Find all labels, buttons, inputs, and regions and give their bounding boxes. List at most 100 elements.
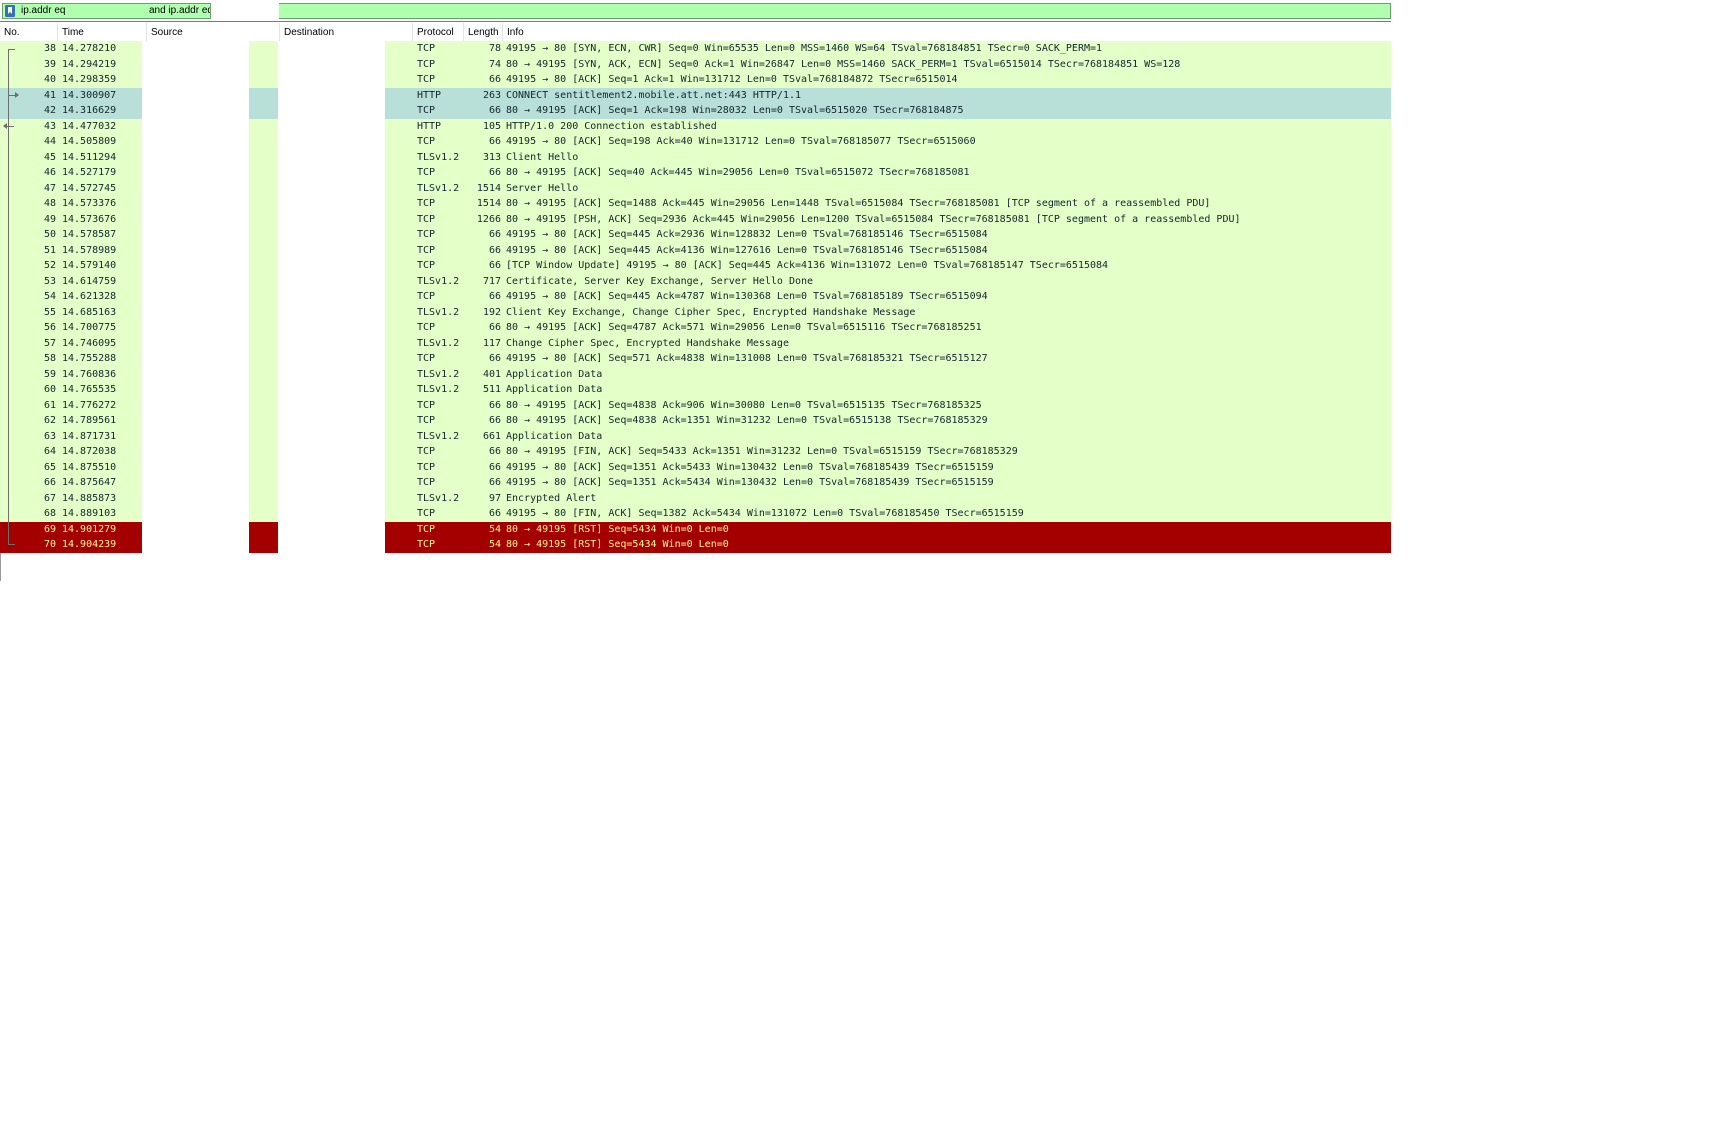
packet-time: 14.316629 [62,105,117,116]
column-header-protocol[interactable]: Protocol [413,23,464,41]
packet-row[interactable]: 44 14.505809 TCP 66 49195 → 80 [ACK] Seq=198… [0,134,1391,150]
column-header-info[interactable]: Info [503,23,1391,41]
packet-time: 14.572745 [62,182,117,194]
packet-length: 97 [488,492,501,504]
packet-length: 117 [482,337,501,349]
packet-row[interactable]: 39 14.294219 TCP 74 80 → 49195 [SYN, ACK, EC… [0,56,1391,72]
bookmark-icon[interactable] [5,5,15,17]
column-gap [249,196,278,212]
packet-length: 66 [488,136,501,147]
packet-number: 60 [43,384,56,395]
packet-row[interactable]: 42 14.316629 TCP 66 80 → 49195 [ACK] Seq=1 A… [0,103,1391,119]
filter-segment-2[interactable]: and ip.addr eq [147,3,211,19]
packet-row[interactable]: 69 14.901279 TCP 54 80 → 49195 [RST] Seq=543… [0,521,1391,538]
packet-row[interactable]: 66 14.875647 TCP 66 49195 → 80 [ACK] Seq=135… [0,475,1391,491]
packet-info: 49195 → 80 [ACK] Seq=571 Ack=4838 Win=13… [506,353,988,364]
packet-length: 66 [488,353,501,364]
packet-row[interactable]: 62 14.789561 TCP 66 80 → 49195 [ACK] Seq=483… [0,413,1391,429]
filter-segment-1[interactable]: ip.addr eq [2,3,148,19]
packet-length: 66 [488,322,501,333]
packet-row[interactable]: 45 14.511294 TLSv1.2 313 Client Hello [0,149,1391,165]
packet-protocol: TLSv1.2 [417,492,460,504]
packet-protocol: HTTP [417,120,442,132]
column-gap [249,522,278,538]
packet-info: 49195 → 80 [ACK] Seq=445 Ack=4136 Win=12… [506,244,988,256]
packet-destination [278,320,385,336]
packet-row[interactable]: 59 14.760836 TLSv1.2 401 Application Data [0,366,1391,382]
packet-length: 66 [488,244,501,256]
packet-info: 80 → 49195 [ACK] Seq=1 Ack=198 Win=28032… [506,105,964,116]
packet-protocol: TCP [417,198,436,209]
packet-source [142,273,249,289]
display-filter-bar: ip.addr eq and ip.addr eq [0,0,1391,22]
packet-number: 57 [43,337,56,349]
packet-row[interactable]: 50 14.578587 TCP 66 49195 → 80 [ACK] Seq=445… [0,227,1391,243]
packet-row[interactable]: 63 14.871731 TLSv1.2 661 Application Data [0,428,1391,444]
packet-length: 66 [488,260,501,271]
packet-row[interactable]: 52 14.579140 TCP 66 [TCP Window Update] 4919… [0,258,1391,274]
packet-row[interactable]: 64 14.872038 TCP 66 80 → 49195 [FIN, ACK] Se… [0,444,1391,460]
packet-length: 54 [488,539,501,550]
column-header-length[interactable]: Length [464,23,503,41]
column-gap [249,398,278,414]
packet-row[interactable]: 51 14.578989 TCP 66 49195 → 80 [ACK] Seq=445… [0,242,1391,258]
packet-row[interactable]: 65 14.875510 TCP 66 49195 → 80 [ACK] Seq=135… [0,459,1391,475]
packet-row[interactable]: 58 14.755288 TCP 66 49195 → 80 [ACK] Seq=571… [0,351,1391,367]
packet-number: 56 [43,322,56,333]
packet-destination [278,397,385,413]
packet-row[interactable]: 68 14.889103 TCP 66 49195 → 80 [FIN, ACK] Se… [0,506,1391,522]
packet-row[interactable]: 48 14.573376 TCP 1514 80 → 49195 [ACK] Seq=1… [0,196,1391,212]
column-header-source[interactable]: Source [147,23,280,41]
packet-info: Encrypted Alert [506,492,597,504]
packet-info: 80 → 49195 [FIN, ACK] Seq=5433 Ack=1351 … [506,446,1018,457]
packet-row[interactable]: 40 14.298359 TCP 66 49195 → 80 [ACK] Seq=1 A… [0,72,1391,88]
packet-source [142,475,249,491]
column-gap [249,537,278,553]
packet-protocol: TLSv1.2 [417,306,460,318]
packet-row[interactable]: 55 14.685163 TLSv1.2 192 Client Key Exchange… [0,304,1391,320]
packet-number: 47 [43,182,56,194]
packet-length: 66 [488,415,501,426]
packet-row[interactable]: 43 14.477032 HTTP 105 HTTP/1.0 200 Connectio… [0,118,1391,134]
packet-length: 78 [488,43,501,54]
packet-time: 14.885873 [62,492,117,504]
packet-row[interactable]: 41 14.300907 HTTP 263 CONNECT sentitlement2.… [0,87,1391,103]
packet-row[interactable]: 38 14.278210 TCP 78 49195 → 80 [SYN, ECN, CW… [0,41,1391,57]
column-header-no[interactable]: No. [0,23,58,41]
packet-destination [278,413,385,429]
packet-row[interactable]: 61 14.776272 TCP 66 80 → 49195 [ACK] Seq=483… [0,397,1391,414]
column-header-time[interactable]: Time [58,23,147,41]
packet-info: 49195 → 80 [ACK] Seq=445 Ack=4787 Win=13… [506,291,988,302]
packet-row[interactable]: 56 14.700775 TCP 66 80 → 49195 [ACK] Seq=478… [0,320,1391,336]
filter-text-1: ip.addr eq [21,5,66,16]
packet-row[interactable]: 57 14.746095 TLSv1.2 117 Change Cipher Spec,… [0,335,1391,352]
packet-row[interactable]: 53 14.614759 TLSv1.2 717 Certificate, Server… [0,273,1391,289]
packet-number: 59 [43,368,56,380]
column-gap [249,336,278,352]
packet-number: 45 [43,151,56,163]
packet-row[interactable]: 54 14.621328 TCP 66 49195 → 80 [ACK] Seq=445… [0,289,1391,305]
packet-destination [278,103,385,119]
packet-row[interactable]: 46 14.527179 TCP 66 80 → 49195 [ACK] Seq=40 … [0,165,1391,181]
packet-protocol: TCP [417,58,436,70]
packet-number: 46 [43,167,56,178]
display-filter-input[interactable] [279,3,1391,19]
column-header-destination[interactable]: Destination [280,23,413,41]
packet-row[interactable]: 49 14.573676 TCP 1266 80 → 49195 [PSH, ACK] … [0,211,1391,227]
packet-row[interactable]: 70 14.904239 TCP 54 80 → 49195 [RST] Seq=543… [0,537,1391,553]
packet-row[interactable]: 47 14.572745 TLSv1.2 1514 Server Hello [0,180,1391,196]
packet-row[interactable]: 60 14.765535 TLSv1.2 511 Application Data [0,382,1391,398]
packet-protocol: TCP [417,213,436,225]
packet-protocol: TCP [417,399,436,411]
column-gap [249,227,278,243]
packet-destination [278,273,385,289]
packet-time: 14.871731 [62,430,117,442]
packet-row[interactable]: 67 14.885873 TLSv1.2 97 Encrypted Alert [0,490,1391,506]
packet-destination [278,382,385,398]
column-gap [249,258,278,274]
packet-length: 105 [482,120,501,132]
packet-protocol: TCP [417,477,436,488]
packet-length: 66 [488,461,501,473]
packet-source [142,41,249,57]
packet-number: 41 [43,89,56,101]
